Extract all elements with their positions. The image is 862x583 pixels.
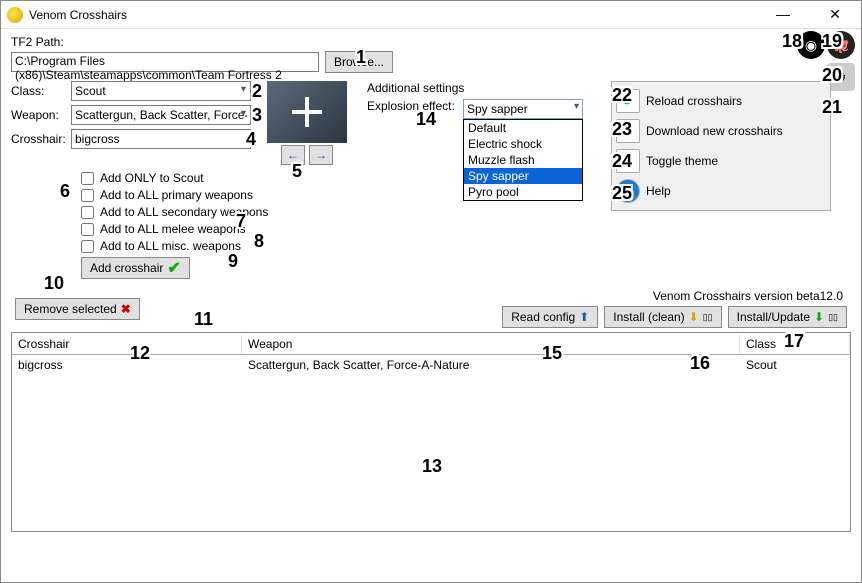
close-button[interactable]: ✕ [815, 6, 855, 23]
badge-3: 3 [249, 105, 265, 126]
reload-label: Reload crosshairs [646, 94, 742, 108]
add-crosshair-button[interactable]: Add crosshair ✔ [81, 257, 190, 279]
badge-13: 13 [419, 456, 445, 477]
badge-18: 18 [779, 31, 805, 52]
badge-16: 16 [687, 353, 713, 374]
checkmark-icon: ✔ [167, 258, 180, 278]
badge-14: 14 [413, 109, 439, 130]
badge-7: 7 [233, 211, 249, 232]
badge-12: 12 [127, 343, 153, 364]
badge-4: 4 [243, 129, 259, 150]
explosion-dropdown-list: Default Electric shock Muzzle flash Spy … [463, 119, 583, 201]
badge-8: 8 [251, 231, 267, 252]
badge-6: 6 [57, 181, 73, 202]
weapon-combo[interactable]: Scattergun, Back Scatter, Force-A [71, 105, 251, 125]
th-weapon[interactable]: Weapon [242, 335, 740, 353]
window-title: Venom Crosshairs [29, 8, 127, 22]
next-arrow-button[interactable]: → [309, 145, 333, 165]
dd-item[interactable]: Default [464, 120, 582, 136]
dd-item[interactable]: Pyro pool [464, 184, 582, 200]
class-label: Class: [11, 84, 71, 98]
dd-item[interactable]: Muzzle flash [464, 152, 582, 168]
path-label: TF2 Path: [11, 35, 71, 49]
badge-1: 1 [353, 47, 369, 68]
download-icon: ⬇ [689, 310, 699, 324]
dd-item[interactable]: Electric shock [464, 136, 582, 152]
download-icon: ⬇ [814, 310, 824, 324]
crosshair-label: Crosshair: [11, 132, 71, 146]
badge-5: 5 [289, 161, 305, 182]
badge-19: 19 [819, 31, 845, 52]
minimize-button[interactable]: — [763, 6, 803, 23]
crosshair-input[interactable]: bigcross [71, 129, 251, 149]
upload-icon: ⬆ [579, 310, 589, 324]
crosshair-preview [267, 81, 347, 143]
check-melee[interactable]: Add to ALL melee weapons [81, 222, 851, 236]
version-label: Venom Crosshairs version beta12.0 [502, 289, 843, 303]
badge-10: 10 [41, 273, 67, 294]
dd-item[interactable]: Spy sapper [464, 168, 582, 184]
check-misc[interactable]: Add to ALL misc. weapons [81, 239, 851, 253]
badge-11: 11 [191, 309, 216, 330]
badge-23: 23 [609, 119, 635, 140]
titlebar: Venom Crosshairs — ✕ [1, 1, 861, 29]
badge-2: 2 [249, 81, 265, 102]
explosion-dropdown[interactable]: Spy sapper Default Electric shock Muzzle… [463, 99, 583, 119]
app-icon [7, 7, 23, 23]
badge-21: 21 [819, 97, 845, 118]
badge-20: 20 [819, 65, 845, 86]
badge-25: 25 [609, 183, 635, 204]
help-label: Help [646, 184, 671, 198]
side-panel: ⟳Reload crosshairs ⤓Download new crossha… [611, 81, 831, 211]
x-icon: ✖ [121, 302, 131, 316]
badge-22: 22 [609, 85, 635, 106]
remove-selected-button[interactable]: Remove selected ✖ [15, 298, 140, 320]
class-combo[interactable]: Scout [71, 81, 251, 101]
read-config-button[interactable]: Read config ⬆ [502, 306, 598, 328]
theme-label: Toggle theme [646, 154, 718, 168]
badge-9: 9 [225, 251, 241, 272]
tf2-path-input[interactable]: C:\Program Files (x86)\Steam\steamapps\c… [11, 52, 319, 72]
weapon-label: Weapon: [11, 108, 71, 122]
install-clean-button[interactable]: Install (clean) ⬇▯▯ [604, 306, 721, 328]
download-label: Download new crosshairs [646, 124, 783, 138]
badge-24: 24 [609, 151, 635, 172]
badge-15: 15 [539, 343, 565, 364]
badge-17: 17 [781, 331, 807, 352]
install-update-button[interactable]: Install/Update ⬇▯▯ [728, 306, 847, 328]
